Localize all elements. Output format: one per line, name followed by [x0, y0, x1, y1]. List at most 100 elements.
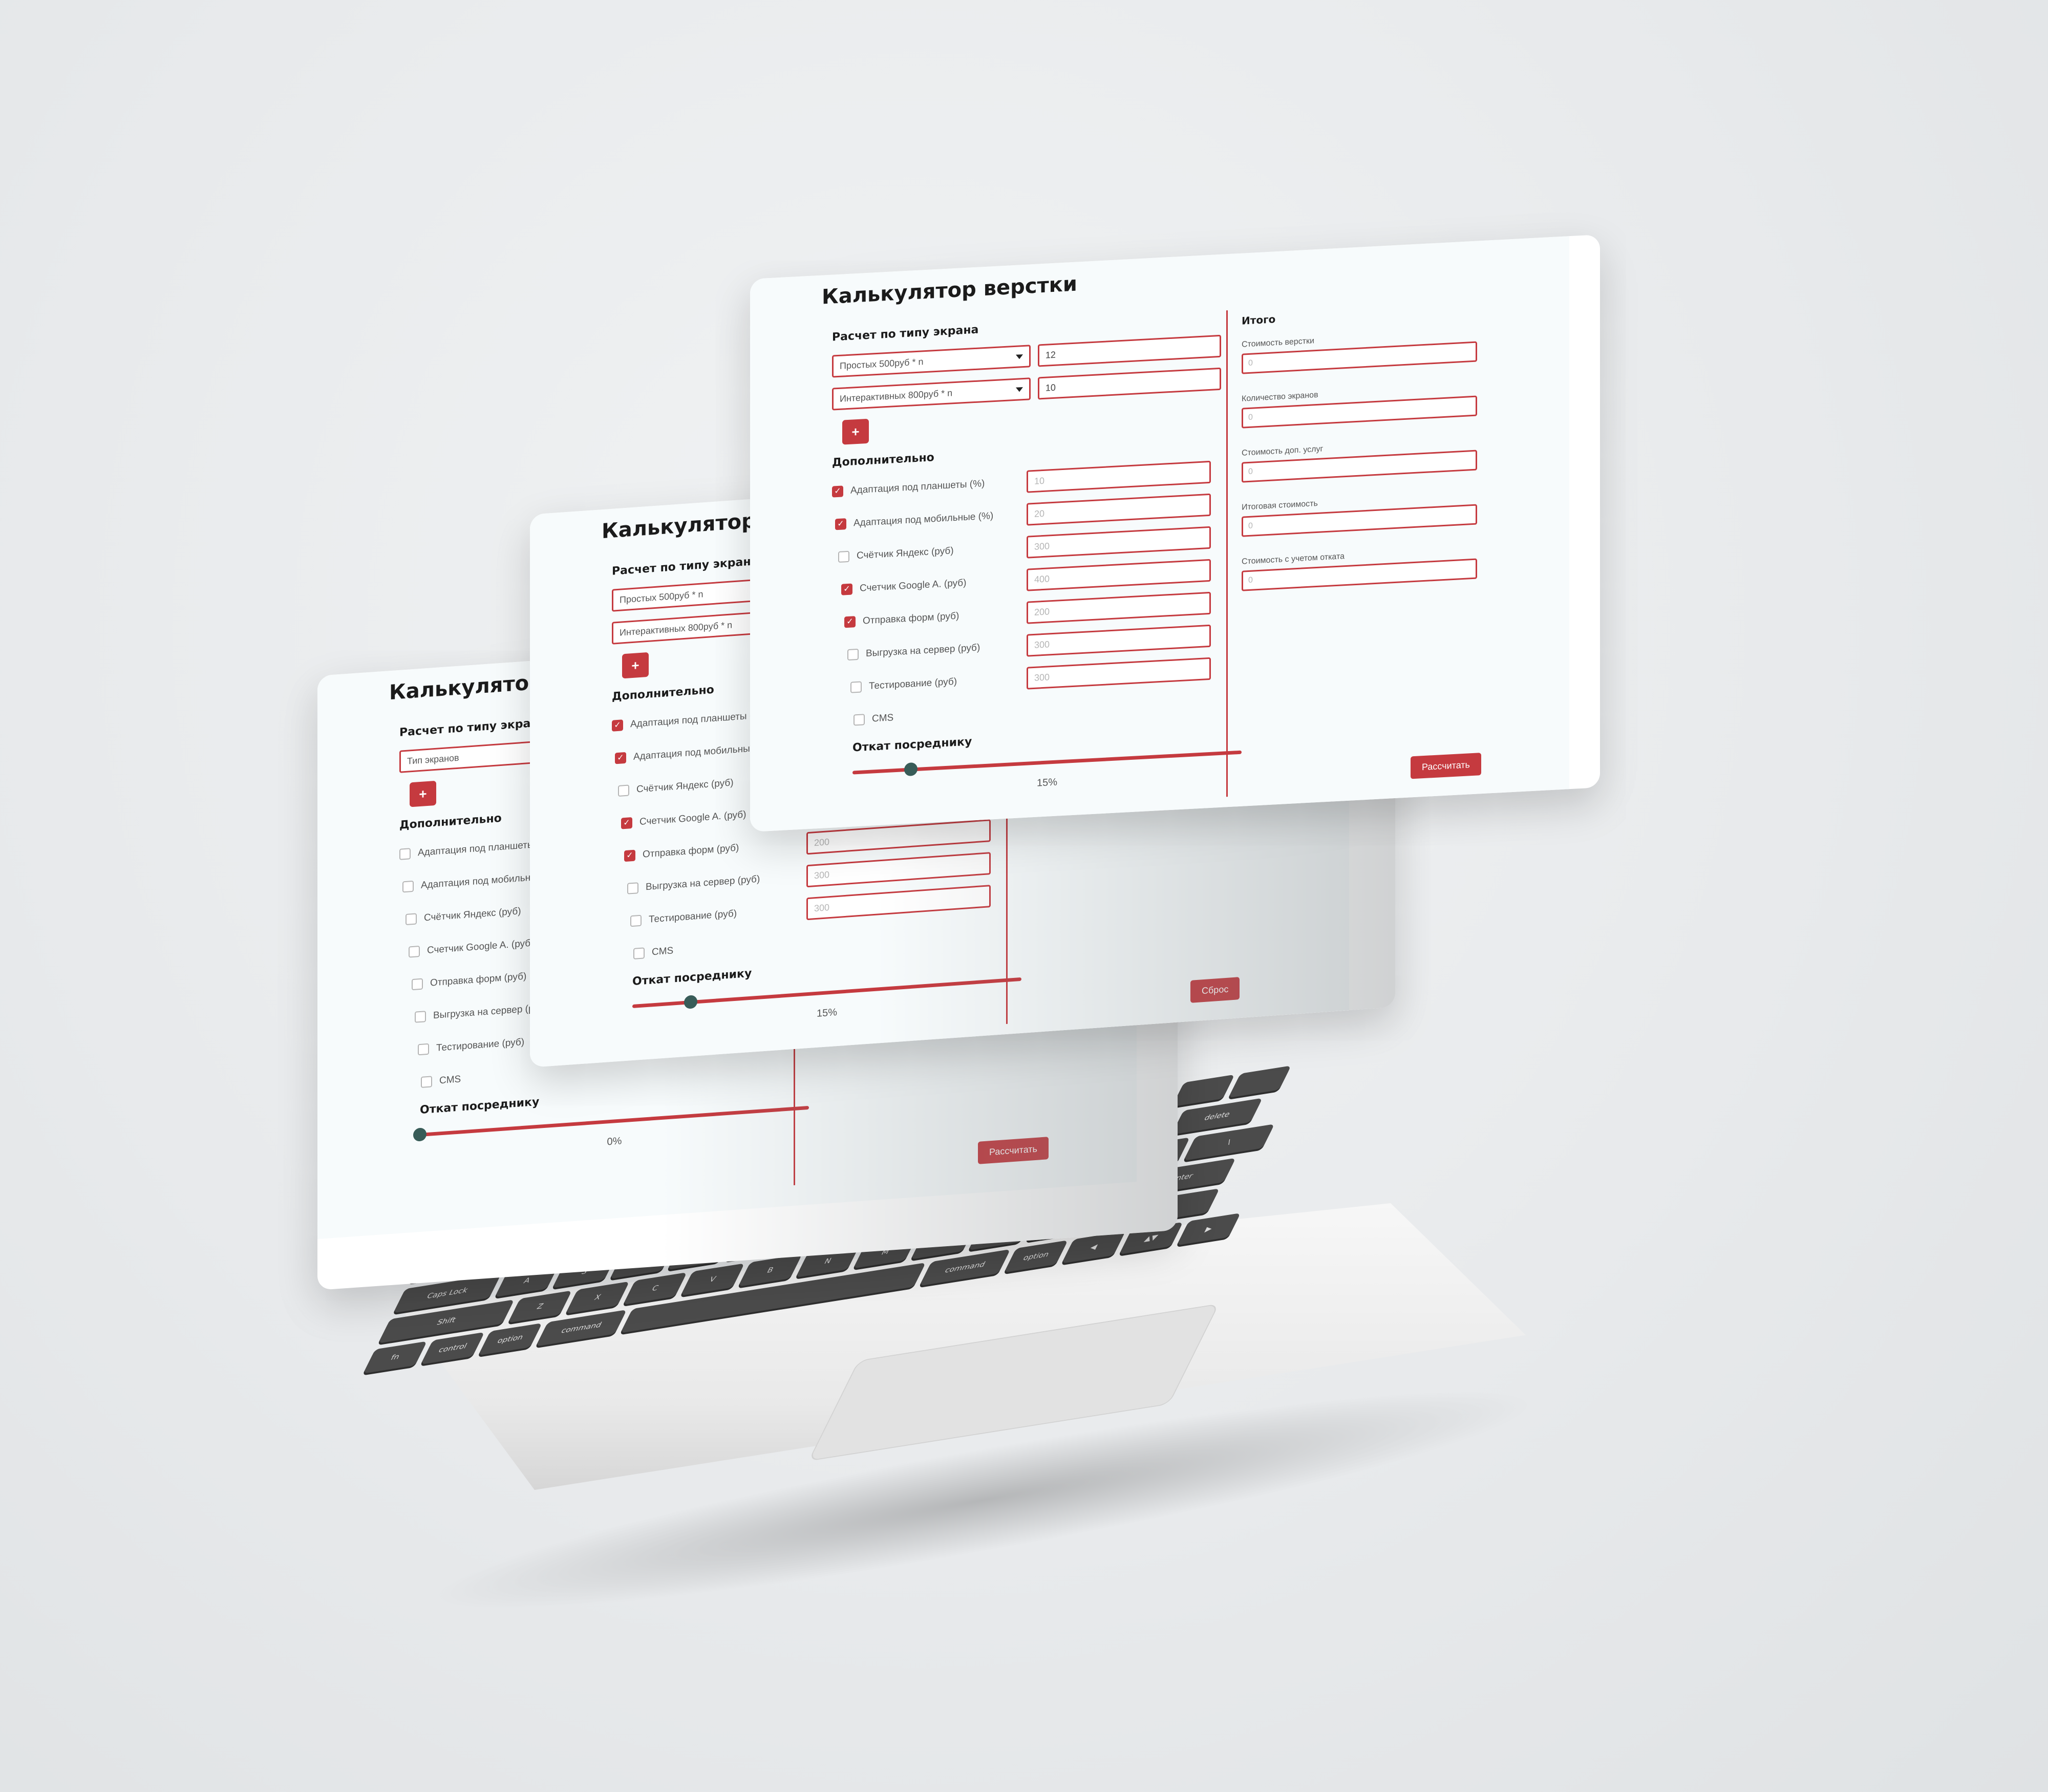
extra-option-label-wrap: CMS: [832, 706, 1027, 727]
extra-option-label: Адаптация под мобильные (%): [854, 510, 994, 529]
totals-title: Итого: [1242, 313, 1276, 327]
screen-type-select-value: Интерактивных 800руб * n: [840, 387, 953, 404]
extra-option-label-wrap: Счётчик Яндекс (руб): [832, 542, 1027, 563]
calculate-button[interactable]: Рассчитать: [1411, 753, 1481, 779]
extra-option-label: Выгрузка на сервер (руб): [646, 873, 760, 893]
keyboard-key[interactable]: [1171, 1074, 1235, 1107]
extra-option-checkbox[interactable]: [409, 946, 420, 958]
calculator-screen-front: Калькулятор верстки Расчет по типу экран…: [750, 234, 1600, 833]
extra-option-label: Отправка форм (руб): [643, 842, 739, 860]
keyboard-key[interactable]: fn: [363, 1341, 428, 1374]
chevron-down-icon: [1015, 354, 1023, 359]
screen-count-input[interactable]: 12: [1037, 334, 1221, 367]
calculate-button[interactable]: Рассчитать: [978, 1137, 1049, 1164]
extra-option-checkbox[interactable]: ✓: [612, 719, 623, 732]
extra-option-value[interactable]: 300: [1027, 657, 1211, 690]
extra-option-label-wrap: ✓ Отправка форм (руб): [832, 607, 1027, 629]
extra-option-checkbox[interactable]: [630, 914, 642, 927]
extra-option-checkbox[interactable]: [412, 978, 423, 991]
extra-option-label: Счётчик Яндекс (руб): [636, 777, 734, 795]
extra-option-value[interactable]: 400: [1027, 559, 1211, 591]
extra-option-checkbox[interactable]: [618, 784, 629, 797]
extra-option-value[interactable]: 10: [1027, 460, 1211, 493]
extra-option-checkbox[interactable]: ✓: [624, 849, 635, 862]
extra-option-label-wrap: Выгрузка на сервер (руб): [612, 870, 806, 895]
extra-option-label-wrap: ✓ Адаптация под мобильные (%): [832, 509, 1027, 530]
extra-option-checkbox[interactable]: ✓: [835, 518, 846, 530]
extra-option-checkbox[interactable]: [421, 1076, 432, 1088]
extra-option-checkbox[interactable]: [399, 848, 411, 860]
extra-option-label: CMS: [652, 945, 674, 958]
extra-option-checkbox[interactable]: [418, 1043, 429, 1056]
add-screen-button[interactable]: +: [622, 652, 649, 679]
keyboard-key[interactable]: option: [478, 1323, 542, 1356]
extra-option-checkbox[interactable]: ✓: [832, 485, 843, 498]
extra-option-label: Счетчик Google A. (руб): [639, 809, 746, 828]
check-icon: ✓: [617, 753, 624, 763]
extra-option-label-wrap: Тестирование (руб): [612, 903, 806, 928]
keyboard-key[interactable]: X: [565, 1281, 630, 1314]
add-screen-button[interactable]: +: [842, 418, 869, 445]
extra-option-value[interactable]: 200: [1027, 591, 1211, 624]
extra-option-checkbox[interactable]: [402, 880, 414, 893]
keyboard-key[interactable]: Z: [508, 1290, 572, 1323]
reset-button[interactable]: Сброс: [1190, 977, 1240, 1003]
keyboard-key[interactable]: C: [623, 1272, 687, 1305]
extra-option-label-wrap: ✓ Адаптация под планшеты (%): [832, 476, 1027, 498]
extra-option-label: Счётчик Яндекс (руб): [857, 545, 954, 562]
extra-option-label-wrap: CMS: [612, 936, 806, 961]
slider-thumb[interactable]: [684, 995, 697, 1009]
extra-option-label: Выгрузка на сервер (руб): [866, 642, 980, 659]
check-icon: ✓: [837, 519, 844, 529]
keyboard-key[interactable]: ▶: [1177, 1213, 1241, 1246]
extra-option-checkbox[interactable]: [838, 550, 849, 563]
screen-rows: Простых 500руб * n 12 Интерактивных 800руб…: [832, 334, 1221, 411]
column-divider: [1226, 310, 1228, 797]
extra-option-value[interactable]: 300: [806, 852, 991, 888]
keyboard-key[interactable]: control: [420, 1332, 485, 1365]
add-screen-button[interactable]: +: [410, 780, 436, 807]
screen-type-select[interactable]: Простых 500руб * n: [832, 345, 1031, 378]
extra-option-value[interactable]: 300: [1027, 624, 1211, 657]
chevron-down-icon: [1015, 387, 1023, 392]
slider-thumb[interactable]: [413, 1127, 426, 1142]
app-title: Калькулятор верстки: [822, 272, 1077, 309]
check-icon: ✓: [834, 486, 841, 496]
extra-option-checkbox[interactable]: [627, 882, 638, 894]
screen-type-select[interactable]: Интерактивных 800руб * n: [832, 377, 1031, 411]
extra-option-label-wrap: ✓ Отправка форм (руб): [612, 838, 806, 863]
extra-option-label-wrap: Тестирование (руб): [832, 673, 1027, 694]
extra-option-checkbox[interactable]: [406, 913, 417, 925]
extra-option-checkbox[interactable]: [415, 1011, 426, 1023]
extra-option-checkbox[interactable]: [633, 947, 645, 959]
extras-list: ✓ Адаптация под планшеты (%) 10 ✓ Адаптация …: [832, 460, 1221, 733]
screen-count-input[interactable]: 10: [1037, 367, 1221, 400]
keyboard-key[interactable]: option: [1004, 1240, 1068, 1273]
slider-thumb[interactable]: [904, 762, 918, 777]
keyboard-key[interactable]: V: [680, 1263, 745, 1296]
check-icon: ✓: [626, 850, 633, 860]
extra-option-checkbox[interactable]: ✓: [621, 817, 632, 829]
extra-option-checkbox[interactable]: ✓: [615, 752, 626, 764]
screen-type-select-value: Простых 500руб * n: [620, 588, 703, 605]
extra-option-label: Адаптация под планшеты (%): [850, 478, 985, 496]
mockup-stage: esc~1234567890-=deleteTabQWERTYUIOP[]\Ca…: [0, 0, 2048, 1792]
extra-option-checkbox[interactable]: [850, 681, 862, 693]
extra-option-label-wrap: CMS: [399, 1064, 594, 1090]
check-icon: ✓: [614, 720, 621, 730]
keyboard-key[interactable]: [1228, 1065, 1291, 1098]
extra-option-checkbox[interactable]: ✓: [841, 583, 852, 595]
extra-option-value[interactable]: 20: [1027, 493, 1211, 526]
extra-option-label-wrap: ✓ Счетчик Google A. (руб): [832, 574, 1027, 596]
check-icon: ✓: [843, 584, 850, 594]
extra-option-label: CMS: [872, 712, 894, 724]
extra-option-label: Счётчик Яндекс (руб): [424, 906, 521, 924]
extra-option-checkbox[interactable]: ✓: [844, 616, 856, 628]
extra-option-value[interactable]: 300: [806, 885, 991, 921]
extra-option-label: Счетчик Google A. (руб): [427, 937, 534, 956]
totals-list: Стоимость верстки 0 Количество экранов 0 Сто…: [1242, 325, 1528, 591]
screen-type-select-value: Тип экранов: [407, 752, 459, 766]
extra-option-checkbox[interactable]: [854, 714, 865, 726]
extra-option-value[interactable]: 300: [1027, 526, 1211, 559]
extra-option-checkbox[interactable]: [847, 648, 859, 661]
